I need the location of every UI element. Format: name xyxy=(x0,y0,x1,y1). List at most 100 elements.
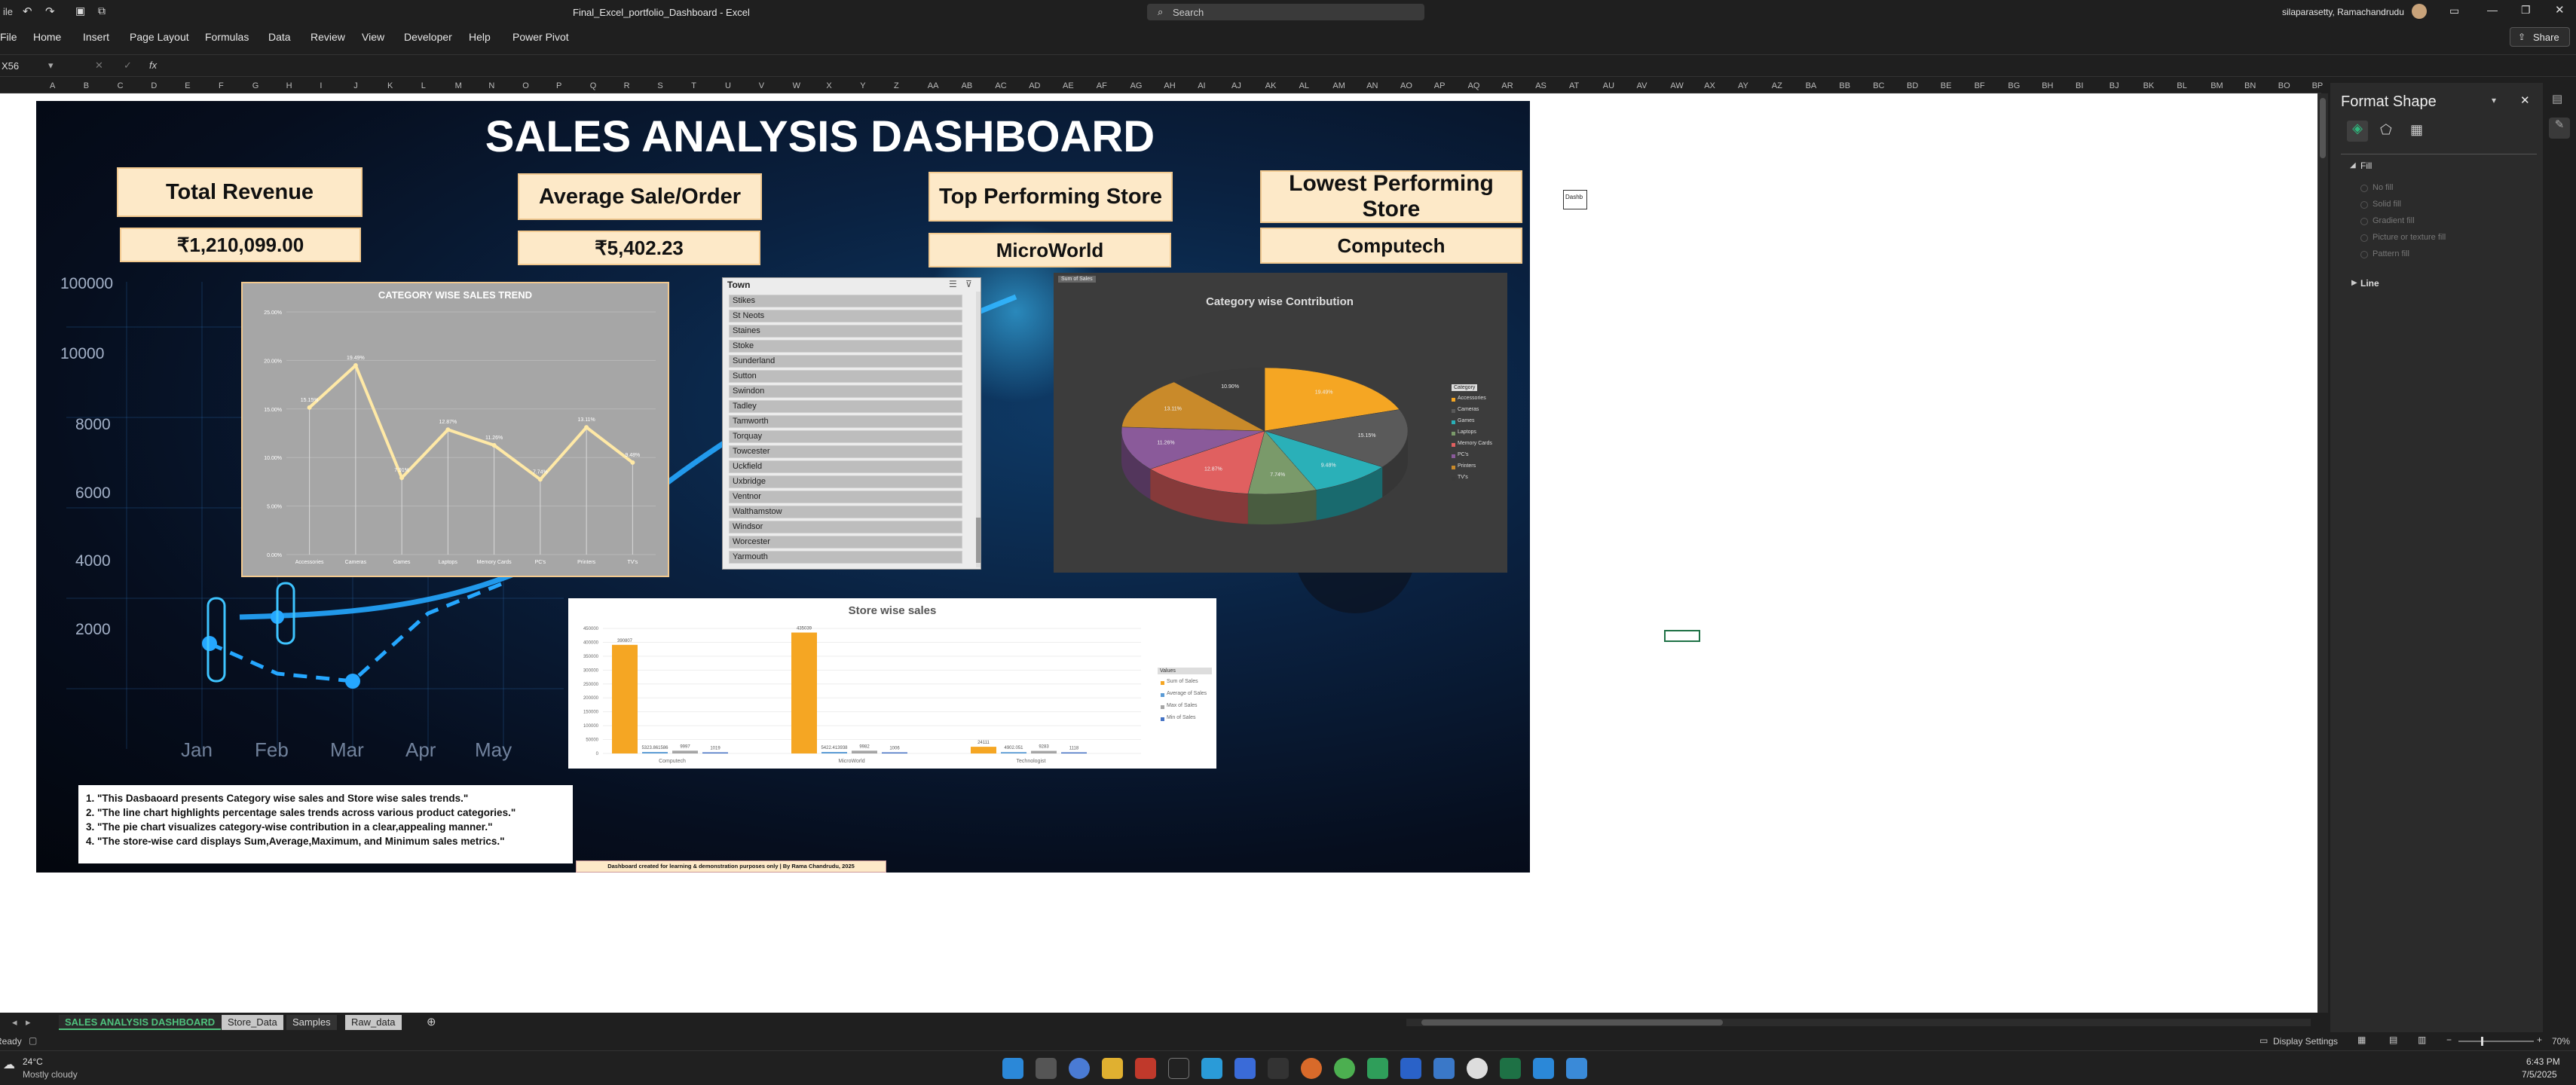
column-header[interactable]: AK xyxy=(1265,81,1277,90)
fill-section[interactable]: Fill xyxy=(2360,160,2372,171)
column-header[interactable]: BJ xyxy=(2109,81,2119,90)
tab-review[interactable]: Review xyxy=(311,31,345,43)
slicer-item[interactable]: Swindon xyxy=(729,385,962,398)
column-header[interactable]: F xyxy=(219,81,224,90)
display-settings-icon[interactable]: ▭ xyxy=(2259,1035,2268,1046)
chrome-alt-icon[interactable] xyxy=(1334,1058,1355,1079)
slicer-item[interactable]: Uckfield xyxy=(729,460,962,473)
fill-option[interactable]: Solid fill xyxy=(2360,199,2511,212)
radio-icon[interactable] xyxy=(2360,234,2368,242)
column-header[interactable]: S xyxy=(657,81,662,90)
zoom-slider[interactable] xyxy=(2458,1037,2534,1046)
weather-temp[interactable]: 24°C xyxy=(23,1056,43,1067)
notes-box[interactable]: 1. "This Dasbaoard presents Category wis… xyxy=(78,785,573,863)
pane-close-icon[interactable]: ✕ xyxy=(2520,93,2530,107)
fill-line-icon[interactable]: ◈ xyxy=(2347,121,2368,142)
maximize-icon[interactable]: ❐ xyxy=(2521,4,2531,17)
slicer-item[interactable]: Sunderland xyxy=(729,355,962,368)
size-properties-icon[interactable]: ▦ xyxy=(2410,122,2423,138)
column-header[interactable]: BE xyxy=(1941,81,1952,90)
column-header[interactable]: AI xyxy=(1198,81,1205,90)
ribbon-display-icon[interactable]: ▭ xyxy=(2449,5,2459,17)
column-header[interactable]: BK xyxy=(2143,81,2155,90)
slicer-scrollbar[interactable] xyxy=(976,292,981,567)
clock-time[interactable]: 6:43 PM xyxy=(2526,1056,2560,1067)
column-header[interactable]: AZ xyxy=(1772,81,1782,90)
next-sheet-icon[interactable]: ▸ xyxy=(26,1016,31,1028)
slicer-item[interactable]: Towcester xyxy=(729,445,962,458)
top-store-label[interactable]: Top Performing Store xyxy=(929,172,1173,222)
slicer-item[interactable]: Stoke xyxy=(729,340,962,353)
column-header[interactable]: AN xyxy=(1366,81,1378,90)
vertical-scrollbar[interactable] xyxy=(2317,93,2328,1013)
column-header[interactable]: E xyxy=(185,81,190,90)
column-header[interactable]: AP xyxy=(1434,81,1446,90)
tab-view[interactable]: View xyxy=(362,31,384,43)
column-header[interactable]: AL xyxy=(1299,81,1309,90)
column-header[interactable]: AJ xyxy=(1231,81,1241,90)
tab-home[interactable]: Home xyxy=(33,31,61,43)
column-header[interactable]: W xyxy=(793,81,800,90)
column-header[interactable]: AO xyxy=(1400,81,1412,90)
slicer-item[interactable]: Ventnor xyxy=(729,491,962,503)
effects-icon[interactable]: ⬠ xyxy=(2380,122,2392,138)
fill-expand-icon[interactable]: ◢ xyxy=(2350,161,2356,170)
pie-chart[interactable]: Sum of Sales Category wise Contribution … xyxy=(1054,273,1507,573)
excel-icon[interactable] xyxy=(1500,1058,1521,1079)
terminal-icon[interactable] xyxy=(1268,1058,1289,1079)
name-box[interactable]: X56 xyxy=(2,60,19,72)
search-tool-icon[interactable] xyxy=(1234,1058,1256,1079)
radio-icon[interactable] xyxy=(2360,218,2368,225)
column-header[interactable]: BD xyxy=(1907,81,1918,90)
column-header[interactable]: BI xyxy=(2076,81,2083,90)
slicer-item[interactable]: St Neots xyxy=(729,310,962,322)
column-header[interactable]: H xyxy=(286,81,292,90)
column-header[interactable]: AV xyxy=(1637,81,1647,90)
radio-icon[interactable] xyxy=(2360,251,2368,258)
column-header[interactable]: BG xyxy=(2008,81,2020,90)
clear-filter-icon[interactable]: ⊽ xyxy=(965,279,972,289)
pane-options-icon[interactable]: ▾ xyxy=(2492,95,2496,105)
column-header[interactable]: AH xyxy=(1164,81,1175,90)
formula-input[interactable] xyxy=(172,55,2568,76)
tab-file[interactable]: File xyxy=(0,31,17,43)
column-header[interactable]: BP xyxy=(2312,81,2324,90)
column-header[interactable]: AS xyxy=(1535,81,1547,90)
search-box[interactable]: ⌕ Search xyxy=(1147,4,1424,20)
normal-view-icon[interactable]: ▦ xyxy=(2357,1035,2366,1045)
zoom-out-icon[interactable]: − xyxy=(2446,1035,2452,1045)
slicer-item[interactable]: Worcester xyxy=(729,536,962,549)
name-box-dropdown-icon[interactable]: ▾ xyxy=(48,60,54,72)
column-header[interactable]: A xyxy=(50,81,55,90)
slicer-item[interactable]: Stikes xyxy=(729,295,962,307)
tab-developer[interactable]: Developer xyxy=(404,31,452,43)
weather-icon[interactable]: ☁ xyxy=(3,1057,15,1072)
adobe-icon[interactable] xyxy=(1168,1058,1189,1079)
small-textbox[interactable]: Dashb xyxy=(1563,190,1587,209)
lowest-store-label[interactable]: Lowest Performing Store xyxy=(1260,170,1522,223)
column-header[interactable]: Y xyxy=(860,81,865,90)
sheet-tab-samples[interactable]: Samples xyxy=(286,1015,337,1030)
column-header[interactable]: B xyxy=(84,81,89,90)
column-header[interactable]: T xyxy=(691,81,696,90)
slicer-item[interactable]: Tamworth xyxy=(729,415,962,428)
lowest-store-value[interactable]: Computech xyxy=(1260,228,1522,264)
column-header[interactable]: K xyxy=(387,81,393,90)
pie-legend-title[interactable]: Category xyxy=(1452,384,1478,391)
column-header[interactable]: BC xyxy=(1873,81,1884,90)
copy-icon[interactable]: ⧉ xyxy=(98,5,106,17)
avg-sale-value[interactable]: ₹5,402.23 xyxy=(518,231,760,265)
column-header[interactable]: AX xyxy=(1704,81,1715,90)
column-header[interactable]: BH xyxy=(2042,81,2053,90)
active-cell[interactable] xyxy=(1664,630,1700,642)
prev-sheet-icon[interactable]: ◂ xyxy=(12,1016,17,1028)
column-header[interactable]: BL xyxy=(2177,81,2186,90)
accessibility-icon[interactable]: ▢ xyxy=(29,1035,37,1046)
column-header[interactable]: N xyxy=(488,81,494,90)
column-header[interactable]: AG xyxy=(1130,81,1143,90)
column-header[interactable]: BN xyxy=(2244,81,2256,90)
close-icon[interactable]: ✕ xyxy=(2555,3,2565,17)
save-icon[interactable]: ▣ xyxy=(75,5,85,17)
share-button[interactable]: ⇪ Share xyxy=(2510,27,2570,47)
column-header[interactable]: BM xyxy=(2210,81,2223,90)
